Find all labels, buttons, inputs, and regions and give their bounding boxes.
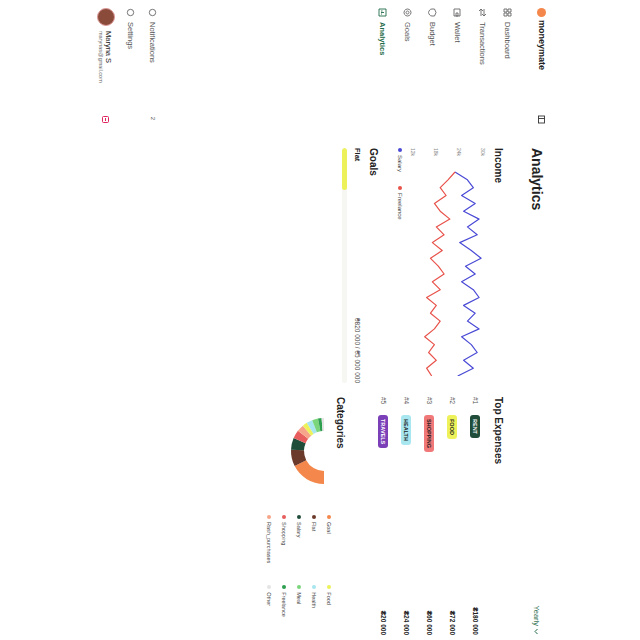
category-legend-item: Salary (292, 515, 307, 563)
expense-rank: #5 (380, 397, 387, 409)
expense-amount: ₴24 000 (403, 611, 410, 635)
category-legend-item: Health (307, 585, 322, 616)
income-line (425, 172, 455, 376)
sidebar-item-label: Goals (403, 22, 412, 42)
app-window: moneymate Dashboard Transactions Wallet Budg… (0, 0, 640, 640)
income-chart: 30k 24k 18k 12k (409, 148, 487, 376)
category-legend-item: Meal (292, 585, 307, 616)
user-profile[interactable]: Maryna Smarynas@gmail.com (92, 8, 120, 128)
sidebar-nav: Dashboard Transactions Wallet Budget Goals An… (370, 8, 520, 128)
sidebar-item[interactable]: Transactions (470, 8, 495, 128)
chevron-down-icon (534, 628, 541, 635)
main-content: AnalyticsYearlyIncome30k24k18k12kSalaryF… (0, 128, 550, 635)
nav-icon (503, 8, 512, 17)
legend-item: Freelance (397, 186, 403, 220)
sidebar-bottom-item[interactable]: Notifications 2 (142, 8, 164, 128)
category-legend-item: Other (262, 585, 277, 616)
sidebar-item-label: Settings (127, 22, 136, 49)
nav-icon (478, 8, 487, 17)
categories-donut (287, 415, 327, 487)
user-email: marynas@gmail.com (99, 31, 105, 83)
sidebar-item[interactable]: Goals (395, 8, 420, 128)
category-legend-item: Goal (322, 515, 337, 563)
screen: moneymate Dashboard Transactions Wallet Budg… (0, 0, 640, 640)
goal-amount: ₴820 000 / ₴5 000 000 (354, 318, 361, 383)
period-label: Yearly (533, 605, 542, 626)
y-axis-tick: 12k (410, 148, 416, 157)
logout-icon[interactable] (102, 115, 111, 124)
menu-icon (127, 8, 136, 17)
sidebar-item[interactable]: Dashboard (495, 8, 520, 128)
expense-row[interactable]: #4 HEALTH ₴24 000 (395, 397, 418, 635)
goals-card: Goals Flat ₴820 000 / ₴5 000 000 (342, 148, 379, 383)
expense-amount: ₴72 000 (449, 611, 456, 635)
y-axis-tick: 30k (480, 148, 486, 157)
expense-rank: #3 (426, 397, 433, 409)
expense-tag: FOOD (448, 415, 458, 439)
goal-item[interactable]: Flat ₴820 000 / ₴5 000 000 (342, 148, 362, 383)
sidebar-item-label: Transactions (478, 22, 487, 65)
sidebar-item-label: Wallet (453, 22, 462, 43)
expense-tag: HEALTH (402, 415, 412, 445)
sidebar-item[interactable]: Wallet (445, 8, 470, 128)
goal-progress (342, 148, 347, 383)
categories-title: Categories (335, 397, 346, 635)
page-title: Analytics (529, 148, 545, 210)
expense-tag: TRAVELS (379, 415, 389, 448)
expense-rank: #2 (449, 397, 456, 409)
sidebar-item-label: Notifications (149, 22, 158, 63)
expense-tag: RENT (471, 415, 481, 438)
menu-icon (149, 8, 158, 17)
sidebar: moneymate Dashboard Transactions Wallet Budg… (92, 8, 550, 128)
sidebar-item[interactable]: Budget (420, 8, 445, 128)
expense-row[interactable]: #1 RENT ₴180 000 (464, 397, 487, 635)
nav-icon (403, 8, 412, 17)
top-expenses-title: Top Expenses (493, 397, 504, 635)
y-axis-tick: 24k (456, 148, 462, 157)
expense-amount: ₴60 000 (426, 611, 433, 635)
category-legend-item: Rash_purchases (262, 515, 277, 563)
income-legend: Salary Freelance (397, 148, 403, 383)
expense-row[interactable]: #2 FOOD ₴72 000 (441, 397, 464, 635)
period-dropdown[interactable]: Yearly (533, 605, 542, 635)
avatar (97, 8, 115, 26)
donut-segment (322, 418, 324, 431)
logo[interactable]: moneymate (534, 8, 550, 128)
expense-rank: #1 (472, 397, 479, 409)
donut-segment (291, 450, 306, 466)
user-name: Maryna S (105, 31, 114, 83)
top-expenses-card: Top Expenses#1RENT₴180 000#2FOOD₴72 000#… (372, 397, 504, 635)
category-legend-item: Freelance (277, 585, 292, 616)
legend-item: Salary (397, 148, 403, 172)
expense-tag: SHOPPING (425, 415, 435, 452)
sidebar-item-label: Dashboard (503, 22, 512, 59)
income-title: Income (493, 148, 504, 383)
notification-badge: 2 (150, 117, 156, 120)
income-card: Income 30k 24k 18k 12k Salary Freelance (397, 148, 504, 383)
expense-amount: ₴20 000 (380, 611, 387, 635)
goal-name: Flat (353, 148, 362, 161)
category-legend-item: Food (322, 585, 337, 616)
categories-card: CategoriesGoalFlatSalaryShoppingRash_pur… (262, 397, 346, 635)
sidebar-item-label: Budget (428, 22, 437, 46)
sidebar-bottom-item[interactable]: Settings (120, 8, 142, 128)
expense-row[interactable]: #5 TRAVELS ₴20 000 (372, 397, 395, 635)
page-header: Analytics Yearly (524, 148, 550, 635)
nav-icon (378, 8, 387, 17)
nav-icon (428, 8, 437, 17)
logo-icon (538, 8, 547, 17)
income-line (455, 172, 481, 376)
expense-amount: ₴180 000 (472, 607, 479, 635)
category-legend-item: Shopping (277, 515, 292, 563)
expense-row[interactable]: #3 SHOPPING ₴60 000 (418, 397, 441, 635)
logo-text: moneymate (537, 20, 547, 70)
collapse-icon[interactable] (538, 115, 547, 124)
sidebar-item-label: Analytics (378, 22, 387, 55)
y-axis-tick: 18k (433, 148, 439, 157)
expense-rank: #4 (403, 397, 410, 409)
category-legend-item: Flat (307, 515, 322, 563)
goals-title: Goals (368, 148, 379, 383)
nav-icon (453, 8, 462, 17)
sidebar-item[interactable]: Analytics (370, 8, 395, 128)
